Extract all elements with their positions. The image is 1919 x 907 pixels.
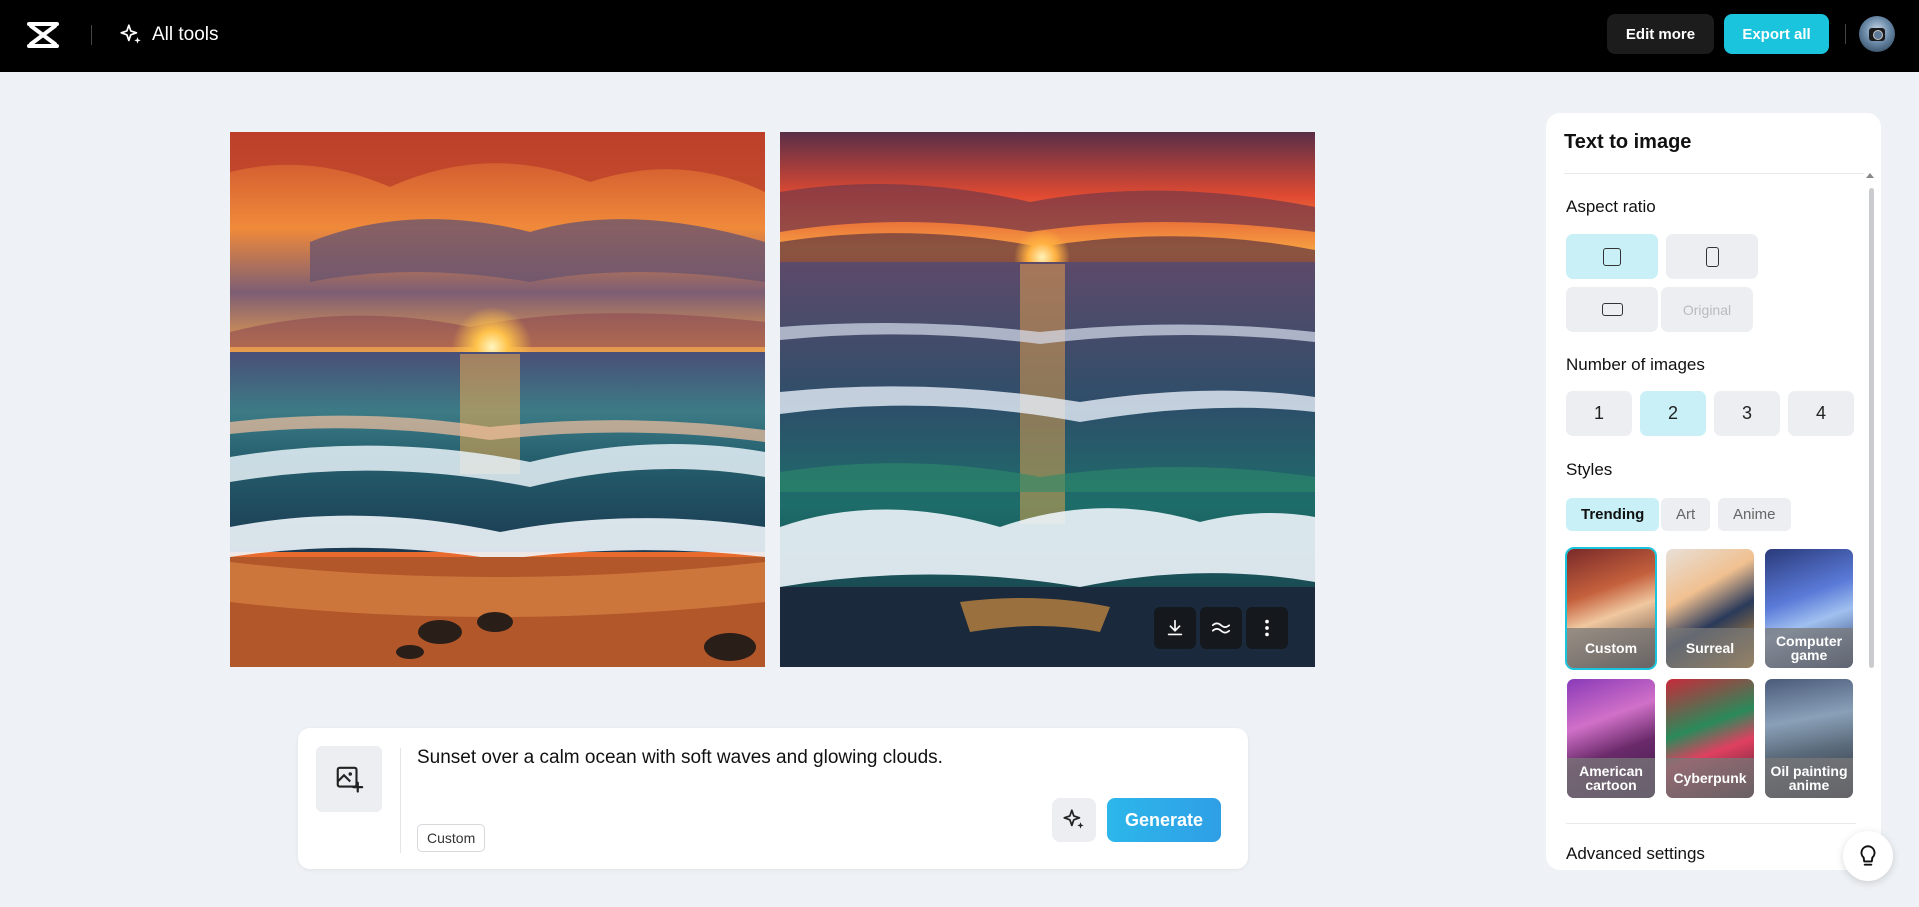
upscale-icon [1211,622,1231,634]
aspect-original-button[interactable]: Original [1661,287,1753,332]
more-button[interactable] [1246,607,1288,649]
style-card-custom[interactable]: Custom [1565,547,1657,670]
download-button[interactable] [1154,607,1196,649]
generated-image-2[interactable] [780,132,1315,667]
style-card-oil-painting-anime[interactable]: Oil painting anime [1765,679,1853,798]
style-card-american-cartoon[interactable]: American cartoon [1567,679,1655,798]
upscale-button[interactable] [1200,607,1242,649]
style-card-label: Custom [1567,628,1655,668]
divider [1564,173,1864,174]
styles-label: Styles [1566,460,1613,479]
divider [91,25,92,45]
aspect-ratio-label: Aspect ratio [1566,197,1656,216]
number-2-button[interactable]: 2 [1640,391,1706,436]
export-all-button[interactable]: Export all [1724,14,1829,54]
aspect-portrait-button[interactable] [1666,234,1758,279]
generate-button[interactable]: Generate [1107,798,1221,842]
number-of-images-label: Number of images [1566,355,1705,374]
style-card-cyberpunk[interactable]: Cyberpunk [1666,679,1754,798]
style-card-label: American cartoon [1567,758,1655,798]
generated-image-1[interactable] [230,132,765,667]
style-card-label: Surreal [1666,628,1754,668]
add-image-icon [336,766,364,793]
square-icon [1603,247,1621,266]
style-card-label: Cyberpunk [1666,758,1754,798]
style-card-label: Computer game [1765,628,1853,668]
tab-anime[interactable]: Anime [1718,498,1791,531]
style-card-surreal[interactable]: Surreal [1666,549,1754,668]
upload-image-button[interactable] [316,746,382,812]
aspect-landscape-button[interactable] [1566,287,1658,332]
divider [1566,823,1856,824]
number-3-button[interactable]: 3 [1714,391,1780,436]
capcut-logo[interactable] [26,20,60,50]
style-card-label: Oil painting anime [1765,758,1853,798]
style-card-computer-game[interactable]: Computer game [1765,549,1853,668]
all-tools-button[interactable]: All tools [118,20,219,50]
panel-title: Text to image [1564,131,1692,153]
sparkle-icon [1063,809,1084,829]
avatar[interactable] [1859,16,1895,52]
style-chip[interactable]: Custom [417,824,486,852]
tab-trending[interactable]: Trending [1566,498,1660,531]
edit-more-button[interactable]: Edit more [1607,14,1714,54]
sparkle-icon [120,24,141,44]
more-icon [1265,619,1269,637]
landscape-icon [1601,303,1623,316]
enhance-prompt-button[interactable] [1052,798,1096,842]
number-4-button[interactable]: 4 [1788,391,1854,436]
advanced-settings-toggle[interactable]: Advanced settings [1566,844,1705,864]
prompt-input[interactable]: Sunset over a calm ocean with soft waves… [417,746,1197,770]
portrait-icon [1705,246,1719,267]
top-bar: All tools Edit more Export all [0,0,1919,72]
settings-panel: Text to image Aspect ratio Original Numb… [1546,113,1881,870]
image-toolbar [1154,607,1288,649]
divider [1845,24,1846,44]
prompt-box: Sunset over a calm ocean with soft waves… [298,728,1248,869]
scroll-up-icon[interactable] [1866,173,1874,178]
lightbulb-icon [1860,845,1876,866]
scrollbar[interactable] [1869,188,1874,668]
aspect-square-button[interactable] [1566,234,1658,279]
tab-art[interactable]: Art [1661,498,1711,531]
all-tools-label: All tools [152,24,219,45]
download-icon [1167,619,1183,636]
divider [400,748,401,853]
number-1-button[interactable]: 1 [1566,391,1632,436]
help-button[interactable] [1843,831,1893,881]
